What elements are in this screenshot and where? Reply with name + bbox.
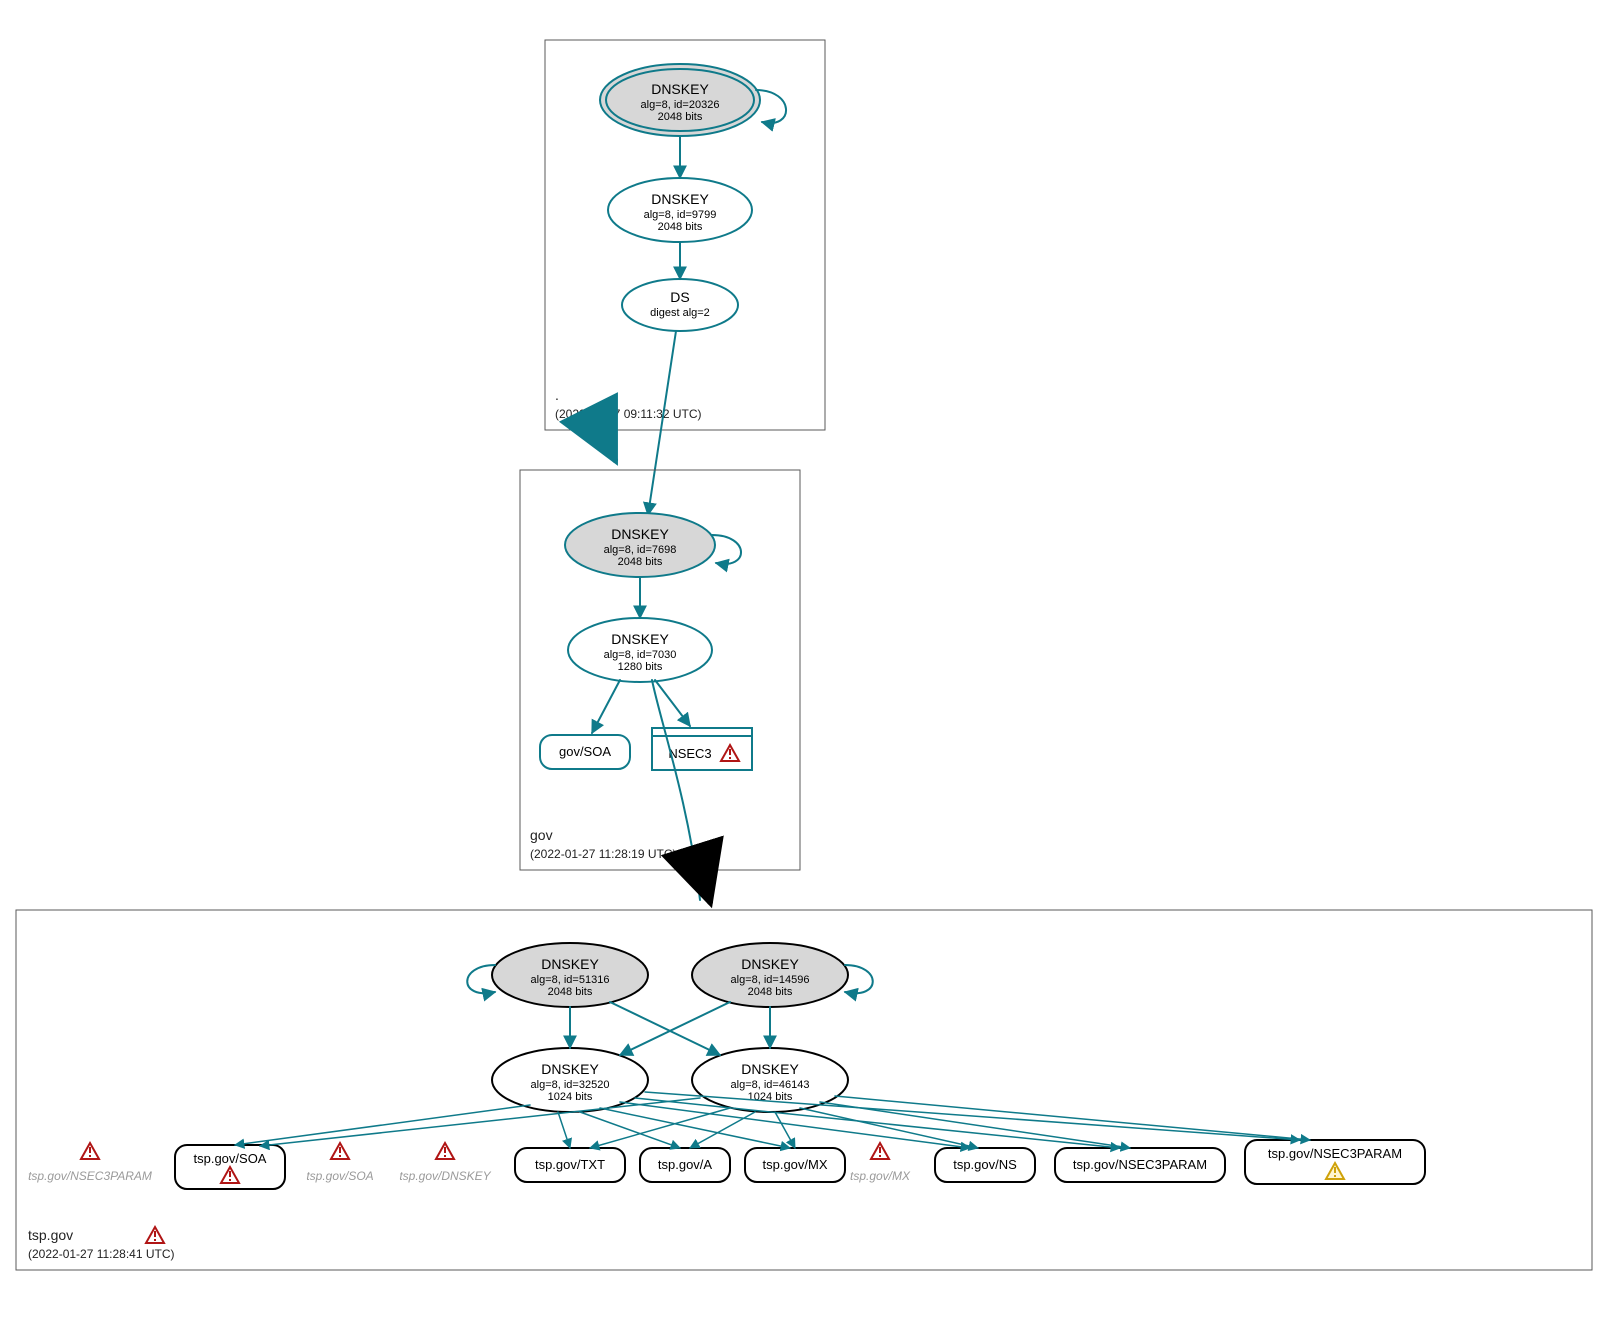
node-gov-nsec3: NSEC3 [652,728,752,770]
svg-text:tsp.gov/SOA: tsp.gov/SOA [194,1151,267,1166]
warning-icon [436,1143,454,1159]
node-root-zsk: DNSKEY alg=8, id=9799 2048 bits [608,178,752,242]
node-tsp-ksk1: DNSKEY alg=8, id=51316 2048 bits [492,943,648,1007]
svg-text:alg=8, id=7030: alg=8, id=7030 [604,649,677,661]
svg-text:alg=8, id=14596: alg=8, id=14596 [731,974,810,986]
node-root-ksk: DNSKEY alg=8, id=20326 2048 bits [600,64,760,136]
svg-text:DNSKEY: DNSKEY [741,1061,799,1077]
warning-icon [81,1143,99,1159]
zone-root-label: . [555,387,559,403]
svg-text:DNSKEY: DNSKEY [651,191,709,207]
svg-text:DNSKEY: DNSKEY [741,956,799,972]
leaf-mx: tsp.gov/MX [745,1148,845,1182]
svg-text:tsp.gov/NS: tsp.gov/NS [953,1157,1017,1172]
svg-text:DNSKEY: DNSKEY [611,526,669,542]
svg-text:NSEC3: NSEC3 [668,746,711,761]
svg-text:gov/SOA: gov/SOA [559,744,611,759]
svg-text:alg=8, id=7698: alg=8, id=7698 [604,544,677,556]
ghost-mx: tsp.gov/MX [850,1143,911,1183]
svg-text:DNSKEY: DNSKEY [611,631,669,647]
svg-text:DNSKEY: DNSKEY [541,1061,599,1077]
svg-text:1024 bits: 1024 bits [548,1091,593,1103]
svg-text:alg=8, id=51316: alg=8, id=51316 [531,974,610,986]
svg-text:tsp.gov/MX: tsp.gov/MX [762,1157,827,1172]
zone-tsp-label: tsp.gov [28,1227,73,1243]
svg-text:alg=8, id=46143: alg=8, id=46143 [731,1079,810,1091]
ghost-nsec3param: tsp.gov/NSEC3PARAM [28,1143,152,1183]
svg-text:tsp.gov/NSEC3PARAM: tsp.gov/NSEC3PARAM [28,1169,152,1183]
svg-text:2048 bits: 2048 bits [658,221,703,233]
zone-gov-label: gov [530,827,553,843]
svg-text:DS: DS [670,289,689,305]
node-root-ds: DS digest alg=2 [622,279,738,331]
warning-icon [331,1143,349,1159]
svg-text:2048 bits: 2048 bits [548,986,593,998]
svg-text:digest alg=2: digest alg=2 [650,307,710,319]
svg-text:alg=8, id=20326: alg=8, id=20326 [641,99,720,111]
node-gov-zsk: DNSKEY alg=8, id=7030 1280 bits [568,618,712,682]
zone-gov: gov (2022-01-27 11:28:19 UTC) DNSKEY alg… [520,470,800,900]
svg-text:tsp.gov/DNSKEY: tsp.gov/DNSKEY [399,1169,491,1183]
zone-tsp: tsp.gov (2022-01-27 11:28:41 UTC) DNSKEY… [16,910,1592,1270]
zone-root-time: (2022-01-27 09:11:32 UTC) [555,407,702,421]
zone-tsp-time: (2022-01-27 11:28:41 UTC) [28,1247,175,1261]
svg-text:DNSKEY: DNSKEY [541,956,599,972]
node-gov-soa: gov/SOA [540,735,630,769]
dnssec-chain-diagram: . (2022-01-27 09:11:32 UTC) DNSKEY alg=8… [0,0,1608,1340]
ghost-dnskey: tsp.gov/DNSKEY [399,1143,491,1183]
svg-text:alg=8, id=32520: alg=8, id=32520 [531,1079,610,1091]
warning-icon [871,1143,889,1159]
svg-text:1280 bits: 1280 bits [618,661,663,673]
leaf-txt: tsp.gov/TXT [515,1148,625,1182]
svg-text:2048 bits: 2048 bits [618,556,663,568]
node-gov-ksk: DNSKEY alg=8, id=7698 2048 bits [565,513,715,577]
warning-icon [146,1227,164,1243]
zone-gov-time: (2022-01-27 11:28:19 UTC) [530,847,677,861]
svg-text:tsp.gov/A: tsp.gov/A [658,1157,713,1172]
svg-text:2048 bits: 2048 bits [658,111,703,123]
node-tsp-ksk2: DNSKEY alg=8, id=14596 2048 bits [692,943,848,1007]
svg-text:tsp.gov/TXT: tsp.gov/TXT [535,1157,605,1172]
leaf-nsec3param-1: tsp.gov/NSEC3PARAM [1055,1148,1225,1182]
svg-text:tsp.gov/MX: tsp.gov/MX [850,1169,911,1183]
zone-root: . (2022-01-27 09:11:32 UTC) DNSKEY alg=8… [545,40,825,430]
leaf-ns: tsp.gov/NS [935,1148,1035,1182]
ghost-soa: tsp.gov/SOA [306,1143,373,1183]
svg-text:2048 bits: 2048 bits [748,986,793,998]
svg-text:tsp.gov/SOA: tsp.gov/SOA [306,1169,373,1183]
leaf-soa: tsp.gov/SOA [175,1145,285,1189]
svg-text:alg=8, id=9799: alg=8, id=9799 [644,209,717,221]
svg-text:DNSKEY: DNSKEY [651,81,709,97]
leaf-nsec3param-2: tsp.gov/NSEC3PARAM [1245,1140,1425,1184]
leaf-a: tsp.gov/A [640,1148,730,1182]
svg-text:tsp.gov/NSEC3PARAM: tsp.gov/NSEC3PARAM [1073,1157,1207,1172]
svg-text:tsp.gov/NSEC3PARAM: tsp.gov/NSEC3PARAM [1268,1146,1402,1161]
